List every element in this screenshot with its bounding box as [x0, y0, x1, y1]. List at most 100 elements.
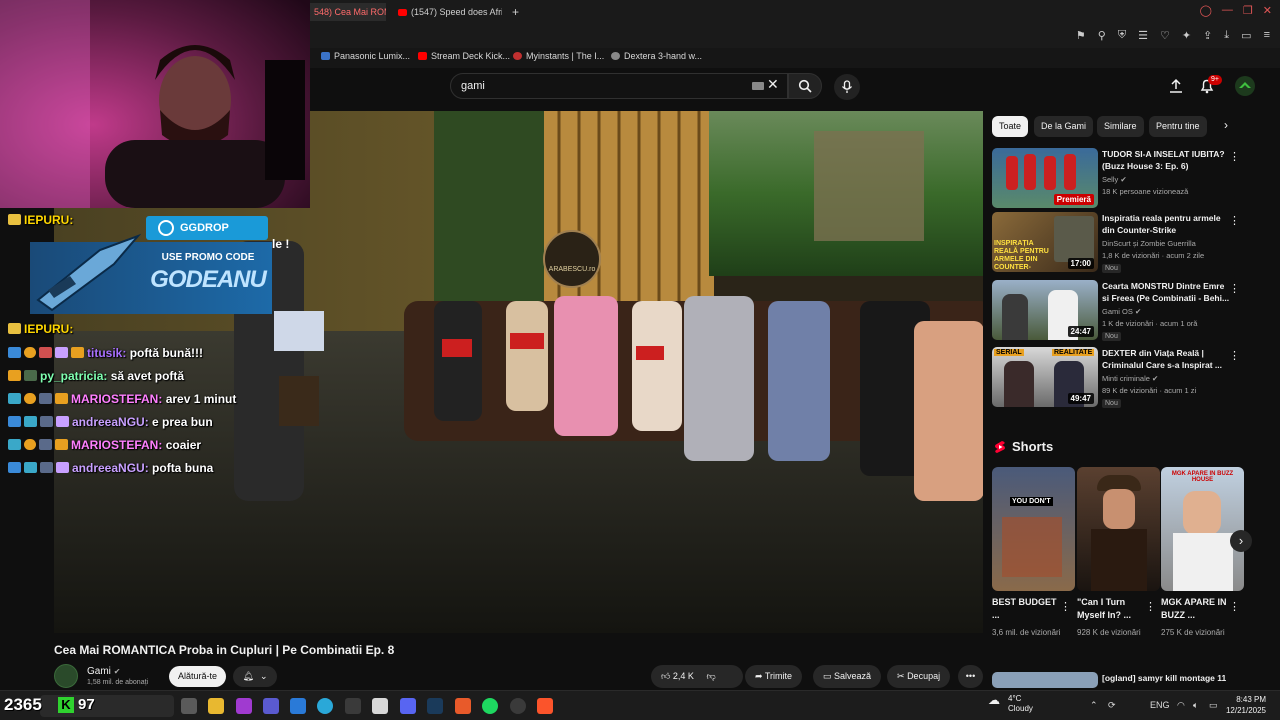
more-options-icon[interactable]: ⋮ — [1229, 349, 1240, 362]
more-options-icon[interactable]: ⋮ — [1060, 600, 1071, 613]
video-title[interactable]: DEXTER din Viața Reală | Criminalul Care… — [1102, 347, 1230, 371]
app-icon[interactable] — [372, 698, 388, 714]
recommendation-item[interactable]: INSPIRAȚIA REALĂ PENTRU ARMELE DIN COUNT… — [992, 212, 1244, 273]
tab-active[interactable]: 548) Cea Mai ROMANTICA — [310, 3, 386, 21]
video-thumbnail[interactable]: SERIAL REALITATE 49:47 — [992, 347, 1098, 407]
chips-next-icon[interactable]: › — [1224, 118, 1228, 132]
edge-icon[interactable] — [317, 698, 333, 714]
bookmark-item[interactable]: Myinstants | The I... — [513, 51, 604, 61]
short-title[interactable]: MGK APARE IN BUZZ ... — [1161, 596, 1229, 622]
more-options-icon[interactable]: ⋮ — [1229, 214, 1240, 227]
app-icon[interactable] — [345, 698, 361, 714]
short-title[interactable]: "Can I Turn Myself In? ... — [1077, 596, 1145, 622]
clear-search-button[interactable]: ✕ — [767, 76, 779, 93]
app-icon[interactable] — [236, 698, 252, 714]
more-options-icon[interactable]: ⋮ — [1229, 600, 1240, 613]
battery-icon[interactable]: ▭ — [1209, 700, 1218, 711]
short-title[interactable]: BEST BUDGET ... — [992, 596, 1060, 622]
bookmark-item[interactable]: Dextera 3-hand w... — [611, 51, 702, 61]
video-thumbnail[interactable]: 24:47 — [992, 280, 1098, 340]
video-thumbnail[interactable]: Premieră — [992, 148, 1098, 208]
menu-icon[interactable]: ≡ — [1264, 29, 1270, 42]
more-options-icon[interactable]: ⋮ — [1145, 600, 1156, 613]
obs-icon[interactable] — [510, 698, 526, 714]
channel-name[interactable]: Gami OS ✔ — [1102, 307, 1141, 316]
video-title[interactable]: [ogland] samyr kill montage 11 — [1102, 672, 1230, 684]
reader-icon[interactable]: ☰ — [1138, 29, 1148, 42]
clip-button[interactable]: ✂ Decupaj — [887, 665, 951, 688]
system-clock[interactable]: 8:43 PM 12/21/2025 — [1226, 694, 1266, 716]
recommendation-item[interactable]: [ogland] samyr kill montage 11 — [992, 672, 1244, 688]
sidebar-icon[interactable]: ▭ — [1241, 29, 1251, 42]
subscription-bell-button[interactable]: 🔔︎ ⌄ — [233, 666, 277, 687]
pin-icon[interactable]: ⚲ — [1098, 29, 1106, 42]
recommendation-item[interactable]: 24:47 Cearta MONSTRU Dintre Emre si Free… — [992, 280, 1244, 341]
app-icon[interactable] — [455, 698, 471, 714]
download-icon[interactable]: ⤓ — [1224, 29, 1229, 42]
more-options-icon[interactable]: ⋮ — [1229, 150, 1240, 163]
share-icon[interactable]: ⇪ — [1203, 29, 1212, 42]
tab-speed[interactable]: (1547) Speed does Africa — [394, 3, 502, 21]
sync-icon[interactable]: ⟳ — [1108, 700, 1116, 711]
more-options-icon[interactable]: ⋮ — [1229, 282, 1240, 295]
dislike-button[interactable]: 👎︎ — [706, 671, 715, 681]
join-button[interactable]: Alătură-te — [169, 666, 227, 687]
file-explorer-icon[interactable] — [208, 698, 224, 714]
video-title[interactable]: TUDOR SI-A INSELAT IUBITA? (Buzz House 3… — [1102, 148, 1230, 172]
like-dislike-group: 👍︎ 2,4 K 👎︎ — [651, 665, 743, 688]
search-button[interactable] — [788, 73, 822, 99]
channel-name[interactable]: Minti criminale ✔ — [1102, 374, 1158, 383]
bookmark-icon[interactable]: ⚑ — [1076, 29, 1086, 42]
restore-icon[interactable]: ❐ — [1243, 4, 1253, 17]
more-actions-button[interactable]: ••• — [958, 665, 983, 688]
extensions-icon[interactable]: ✦ — [1182, 29, 1191, 42]
shield-icon[interactable]: ⛨ — [1118, 29, 1126, 42]
save-button[interactable]: ▭ Salvează — [813, 665, 882, 688]
chip-all[interactable]: Toate — [992, 116, 1029, 137]
weather-widget[interactable]: ☁ 4°C Cloudy — [988, 694, 1033, 714]
wifi-icon[interactable]: ◠ — [1177, 700, 1185, 711]
notifications-button[interactable]: 9+ — [1200, 75, 1222, 99]
like-button[interactable]: 👍︎ 2,4 K — [661, 671, 694, 681]
close-icon[interactable]: ✕ — [1263, 4, 1272, 17]
video-thumbnail[interactable]: INSPIRAȚIA REALĂ PENTRU ARMELE DIN COUNT… — [992, 212, 1098, 272]
search-input[interactable]: gami — [450, 73, 788, 99]
brave-icon[interactable] — [537, 698, 553, 714]
search-tabs-icon[interactable]: ◯ — [1200, 4, 1212, 17]
share-button[interactable]: ➦ Trimite — [745, 665, 803, 688]
app-icon[interactable] — [290, 698, 306, 714]
upload-button[interactable] — [1169, 78, 1183, 99]
new-tab-button[interactable]: + — [508, 3, 528, 21]
video-thumbnail[interactable] — [992, 672, 1098, 688]
voice-search-button[interactable] — [834, 74, 860, 100]
channel-name[interactable]: Selly ✔ — [1102, 175, 1127, 184]
discord-icon[interactable] — [400, 698, 416, 714]
heart-icon[interactable]: ♡ — [1160, 29, 1170, 42]
short-thumbnail[interactable] — [1077, 467, 1160, 591]
channel-avatar[interactable] — [54, 664, 78, 688]
channel-name[interactable]: Gami ✔ — [87, 666, 120, 677]
steam-icon[interactable] — [427, 698, 443, 714]
recommendation-item[interactable]: SERIAL REALITATE 49:47 DEXTER din Viața … — [992, 347, 1244, 408]
spotify-icon[interactable] — [482, 698, 498, 714]
volume-icon[interactable]: 🔈︎ — [1193, 700, 1198, 711]
recommendation-item[interactable]: Premieră TUDOR SI-A INSELAT IUBITA? (Buz… — [992, 148, 1244, 208]
avatar[interactable] — [1235, 76, 1255, 96]
task-view-icon[interactable] — [181, 698, 197, 714]
minimize-icon[interactable]: — — [1222, 4, 1233, 17]
short-thumbnail[interactable]: MGK APARE IN BUZZ HOUSE — [1161, 467, 1244, 591]
bookmark-item[interactable]: Panasonic Lumix... — [321, 51, 410, 61]
language-indicator[interactable]: ENG — [1150, 700, 1170, 710]
short-thumbnail[interactable]: YOU DON'T — [992, 467, 1075, 591]
video-title[interactable]: Cearta MONSTRU Dintre Emre si Freea (Pe … — [1102, 280, 1230, 304]
video-title[interactable]: Inspiratia reala pentru armele din Count… — [1102, 212, 1230, 236]
chip-related[interactable]: Similare — [1097, 116, 1144, 137]
shorts-next-button[interactable]: › — [1230, 530, 1252, 552]
chip-from-channel[interactable]: De la Gami — [1034, 116, 1094, 137]
channel-name[interactable]: DinScurt și Zombie Guerrilla — [1102, 239, 1196, 248]
teams-icon[interactable] — [263, 698, 279, 714]
bookmark-item[interactable]: Stream Deck Kick... — [418, 51, 510, 61]
chevron-up-icon[interactable]: ⌃ — [1090, 700, 1098, 711]
keyboard-icon[interactable] — [752, 82, 764, 90]
chip-for-you[interactable]: Pentru tine — [1149, 116, 1207, 137]
